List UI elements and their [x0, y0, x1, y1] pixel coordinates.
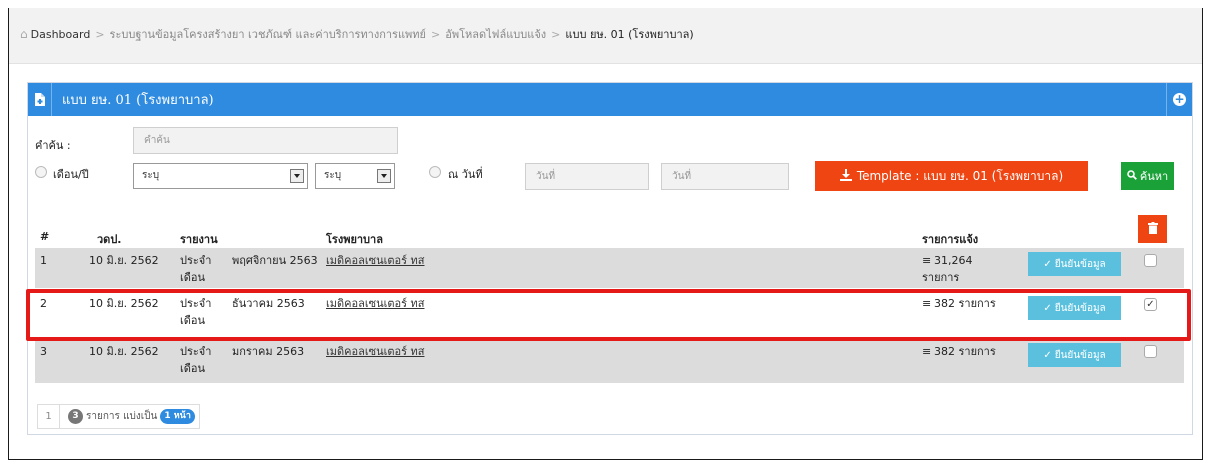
- chevron-down-icon: [290, 169, 304, 183]
- chevron-down-icon: [377, 169, 391, 183]
- col-header-num: #: [40, 230, 50, 243]
- delete-button[interactable]: [1138, 215, 1167, 243]
- row-period: มกราคม 2563: [232, 345, 305, 358]
- row-num: 3: [40, 345, 47, 358]
- date-from-input[interactable]: วันที่: [525, 163, 649, 190]
- download-icon: [839, 168, 852, 184]
- search-button[interactable]: ค้นหา: [1121, 162, 1174, 190]
- month-select-value: ระบุ: [142, 170, 160, 181]
- row-hospital-link[interactable]: เมดิคอลเซนเตอร์ ทส: [326, 252, 424, 269]
- row-checkbox[interactable]: [1144, 345, 1157, 358]
- table-row: 3 10 มิ.ย. 2562 ประจำ เดือน มกราคม 2563 …: [35, 338, 1184, 383]
- record-count-badge: 3: [68, 409, 83, 424]
- confirm-button[interactable]: ✓ ยืนยันข้อมูล: [1028, 343, 1121, 367]
- confirm-button[interactable]: ✓ ยืนยันข้อมูล: [1028, 252, 1121, 276]
- row-report-line2: เดือน: [180, 271, 206, 284]
- month-year-label: เดือน/ปี: [53, 168, 89, 181]
- check-circle-icon: ✓: [1043, 258, 1052, 270]
- search-input[interactable]: คำค้น: [133, 127, 398, 154]
- col-header-report: รายงาน: [180, 233, 218, 246]
- row-date: 10 มิ.ย. 2562: [89, 345, 159, 358]
- row-report-line2: เดือน: [180, 362, 206, 375]
- date-to-input[interactable]: วันที่: [661, 163, 789, 190]
- row-checkbox[interactable]: [1144, 254, 1157, 267]
- col-header-items: รายการแจ้ง: [922, 233, 979, 246]
- row-items-line2: รายการ: [922, 271, 960, 284]
- month-select[interactable]: ระบุ: [133, 163, 308, 189]
- month-year-radio[interactable]: [35, 166, 47, 178]
- confirm-button-label: ยืนยันข้อมูล: [1054, 258, 1106, 270]
- panel-title: แบบ ยษ. 01 (โรงพยาบาล): [62, 93, 214, 108]
- row-date: 10 มิ.ย. 2562: [89, 254, 159, 267]
- search-button-label: ค้นหา: [1139, 170, 1169, 183]
- add-button[interactable]: +: [1166, 83, 1192, 116]
- row-report: ประจำ: [180, 254, 212, 267]
- panel-header: แบบ ยษ. 01 (โรงพยาบาล) +: [28, 83, 1192, 116]
- row-period: พฤศจิกายน 2563: [232, 254, 318, 267]
- plus-circle-icon: +: [1173, 92, 1186, 106]
- row-report: ประจำ: [180, 345, 212, 358]
- template-download-button[interactable]: Template : แบบ ยษ. 01 (โรงพยาบาล): [815, 161, 1088, 191]
- check-circle-icon: ✓: [1043, 349, 1052, 361]
- col-header-date: วดป.: [97, 233, 122, 246]
- pagination: 1 3 รายการ แบ่งเป็น 1 หน้า: [37, 404, 200, 429]
- row-items: 382 รายการ: [934, 345, 996, 358]
- page-count-badge: 1 หน้า: [160, 409, 195, 424]
- year-select-value: ระบุ: [324, 170, 342, 181]
- form-panel: แบบ ยษ. 01 (โรงพยาบาล) + คำค้น : คำค้น เ…: [27, 82, 1193, 435]
- pager-text: รายการ แบ่งเป็น: [86, 411, 158, 422]
- list-icon: ≡: [922, 254, 932, 267]
- row-num: 1: [40, 254, 47, 267]
- row-hospital-link[interactable]: เมดิคอลเซนเตอร์ ทส: [326, 343, 424, 360]
- search-label: คำค้น :: [35, 139, 71, 152]
- template-button-label: Template : แบบ ยษ. 01 (โรงพยาบาล): [856, 168, 1064, 183]
- list-icon: ≡: [922, 345, 932, 358]
- table-row: 1 10 มิ.ย. 2562 ประจำ เดือน พฤศจิกายน 25…: [35, 248, 1184, 288]
- date-radio[interactable]: [429, 166, 441, 178]
- date-label: ณ วันที่: [448, 168, 483, 181]
- trash-icon: [1147, 221, 1158, 237]
- highlight-box: [26, 289, 1191, 341]
- row-items: 31,264: [934, 254, 973, 267]
- year-select[interactable]: ระบุ: [315, 163, 395, 189]
- page-link[interactable]: 1: [38, 405, 60, 428]
- file-icon: [28, 83, 52, 116]
- search-icon: [1127, 169, 1137, 183]
- col-header-hospital: โรงพยาบาล: [326, 233, 383, 246]
- confirm-button-label: ยืนยันข้อมูล: [1054, 349, 1106, 361]
